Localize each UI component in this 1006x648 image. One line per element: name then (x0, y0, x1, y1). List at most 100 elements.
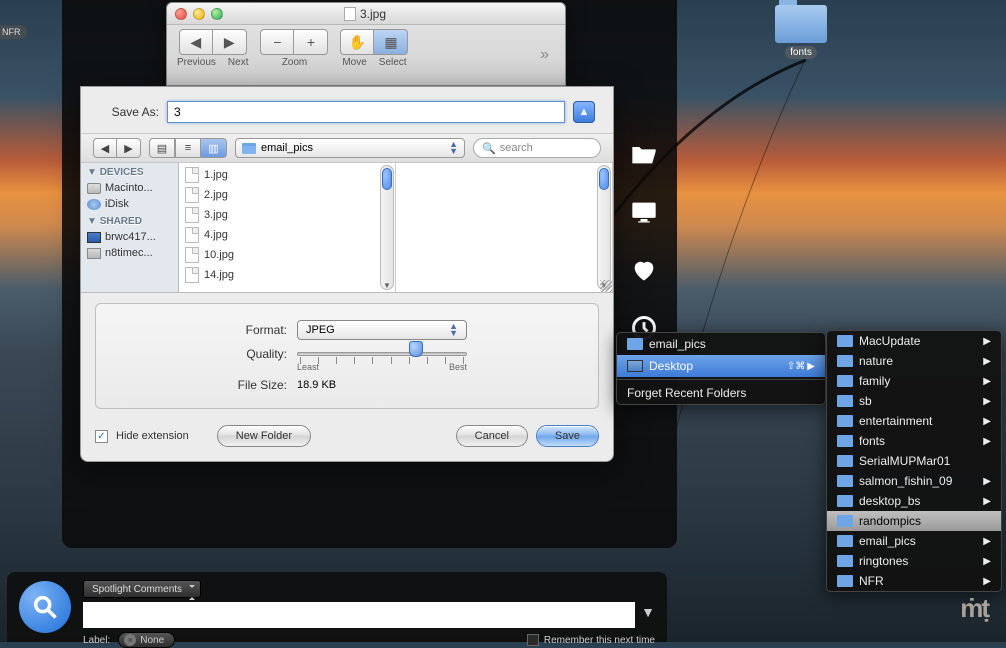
zoom-out-button[interactable]: − (260, 29, 294, 55)
spotlight-comment-input[interactable] (83, 602, 635, 628)
submenu-item[interactable]: sb▶ (827, 391, 1001, 411)
folder-icon (242, 143, 256, 154)
file-item[interactable]: 1.jpg (179, 165, 395, 185)
file-item[interactable]: 10.jpg (179, 245, 395, 265)
submenu-item[interactable]: nature▶ (827, 351, 1001, 371)
toolbar-overflow[interactable]: » (540, 46, 549, 64)
minimize-button[interactable] (193, 8, 205, 20)
spotlight-dropdown[interactable]: Spotlight Comments (83, 580, 201, 598)
recent-folders-menu: email_pics Desktop ⇧⌘▶ Forget Recent Fol… (616, 332, 826, 405)
desktop-folder-submenu: MacUpdate▶nature▶family▶sb▶entertainment… (826, 330, 1002, 592)
folder-icon (627, 338, 643, 350)
close-button[interactable] (175, 8, 187, 20)
forget-recent-button[interactable]: Forget Recent Folders (617, 382, 825, 404)
resize-grip[interactable] (600, 280, 612, 292)
scrollbar[interactable]: ▲▼ (597, 165, 611, 290)
label-label: Label: (83, 635, 110, 646)
file-item[interactable]: 4.jpg (179, 225, 395, 245)
next-button[interactable]: ▶ (213, 29, 247, 55)
zoom-button[interactable] (211, 8, 223, 20)
sidebar: ▼ DEVICES Macinto... iDisk ▼ SHARED brwc… (81, 163, 179, 292)
folder-icon (837, 375, 853, 387)
submenu-item[interactable]: MacUpdate▶ (827, 331, 1001, 351)
preview-window: 3.jpg ◀ ▶ PreviousNext − + Zoom (166, 2, 566, 86)
search-icon: 🔍 (482, 142, 496, 155)
folder-icon (837, 475, 853, 487)
quality-label: Quality: (177, 347, 287, 361)
folder-icon (837, 495, 853, 507)
sidebar-item-macintosh[interactable]: Macinto... (81, 180, 178, 196)
desktop-icon (627, 360, 643, 372)
nfr-badge: NFR (0, 25, 27, 39)
file-item[interactable]: 14.jpg (179, 265, 395, 285)
desktop-icon[interactable] (630, 198, 658, 226)
quality-slider[interactable] (297, 346, 467, 362)
back-button[interactable]: ◀ (93, 138, 117, 158)
file-item[interactable]: 3.jpg (179, 205, 395, 225)
scrollbar[interactable]: ▲▼ (380, 165, 394, 290)
submenu-item[interactable]: salmon_fishin_09▶ (827, 471, 1001, 491)
submenu-item[interactable]: entertainment▶ (827, 411, 1001, 431)
preview-column: ▲▼ (396, 163, 613, 292)
folder-icon (837, 395, 853, 407)
select-button[interactable]: ▦ (374, 29, 408, 55)
save-button[interactable]: Save (536, 425, 599, 447)
filesize-value: 18.9 KB (297, 379, 467, 391)
desktop-folder-fonts[interactable]: fonts (775, 5, 827, 59)
submenu-item[interactable]: NFR▶ (827, 571, 1001, 591)
file-item[interactable]: 2.jpg (179, 185, 395, 205)
folder-icon (837, 455, 853, 467)
idisk-icon (87, 199, 101, 210)
hide-extension-checkbox[interactable]: ✓ (95, 430, 108, 443)
submenu-item[interactable]: SerialMUPMar01 (827, 451, 1001, 471)
scroll-thumb[interactable] (382, 168, 392, 190)
save-as-input[interactable] (167, 101, 565, 123)
open-folder-icon[interactable] (630, 140, 658, 168)
remember-checkbox[interactable] (527, 634, 539, 646)
file-icon (185, 227, 199, 243)
recent-item-emailpics[interactable]: email_pics (617, 333, 825, 355)
disclosure-button[interactable]: ▲ (573, 101, 595, 123)
search-input[interactable]: 🔍 search (473, 138, 601, 158)
recent-item-desktop[interactable]: Desktop ⇧⌘▶ (617, 355, 825, 377)
format-dropdown[interactable]: JPEG▲▼ (297, 320, 467, 340)
scroll-thumb[interactable] (599, 168, 609, 190)
folder-icon (837, 515, 853, 527)
column-view-button[interactable]: ▥ (201, 138, 227, 158)
remember-label: Remember this next time (544, 635, 655, 646)
spotlight-icon[interactable] (19, 581, 71, 633)
sidebar-item-shared1[interactable]: brwc417... (81, 229, 178, 245)
format-label: Format: (177, 323, 287, 337)
icon-view-button[interactable]: ▤ (149, 138, 175, 158)
window-title: 3.jpg (223, 7, 507, 21)
hd-icon (87, 183, 101, 194)
save-as-label: Save As: (99, 105, 159, 119)
slider-thumb[interactable] (409, 341, 423, 357)
mt-logo: ṁṭ (960, 593, 988, 624)
cancel-button[interactable]: Cancel (456, 425, 528, 447)
save-sheet: Save As: ▲ ◀ ▶ ▤ ≡ ▥ email_pics ▲▼ 🔍 sea… (80, 86, 614, 462)
submenu-item[interactable]: fonts▶ (827, 431, 1001, 451)
previous-button[interactable]: ◀ (179, 29, 213, 55)
sidebar-item-shared2[interactable]: n8timec... (81, 245, 178, 261)
dropdown-icon[interactable]: ▼ (641, 604, 655, 620)
forward-button[interactable]: ▶ (117, 138, 141, 158)
shared-header: ▼ SHARED (81, 212, 178, 229)
sidebar-item-idisk[interactable]: iDisk (81, 196, 178, 212)
new-folder-button[interactable]: New Folder (217, 425, 311, 447)
file-icon (185, 247, 199, 263)
move-button[interactable]: ✋ (340, 29, 374, 55)
list-view-button[interactable]: ≡ (175, 138, 201, 158)
zoom-in-button[interactable]: + (294, 29, 328, 55)
folder-icon (837, 535, 853, 547)
path-dropdown[interactable]: email_pics ▲▼ (235, 138, 465, 158)
favorites-icon[interactable] (630, 256, 658, 284)
submenu-item[interactable]: family▶ (827, 371, 1001, 391)
label-none-button[interactable]: ×None (118, 632, 175, 648)
file-icon (185, 187, 199, 203)
submenu-item[interactable]: ringtones▶ (827, 551, 1001, 571)
submenu-item[interactable]: randompics (827, 511, 1001, 531)
submenu-item[interactable]: email_pics▶ (827, 531, 1001, 551)
submenu-item[interactable]: desktop_bs▶ (827, 491, 1001, 511)
pc-icon (87, 232, 101, 243)
